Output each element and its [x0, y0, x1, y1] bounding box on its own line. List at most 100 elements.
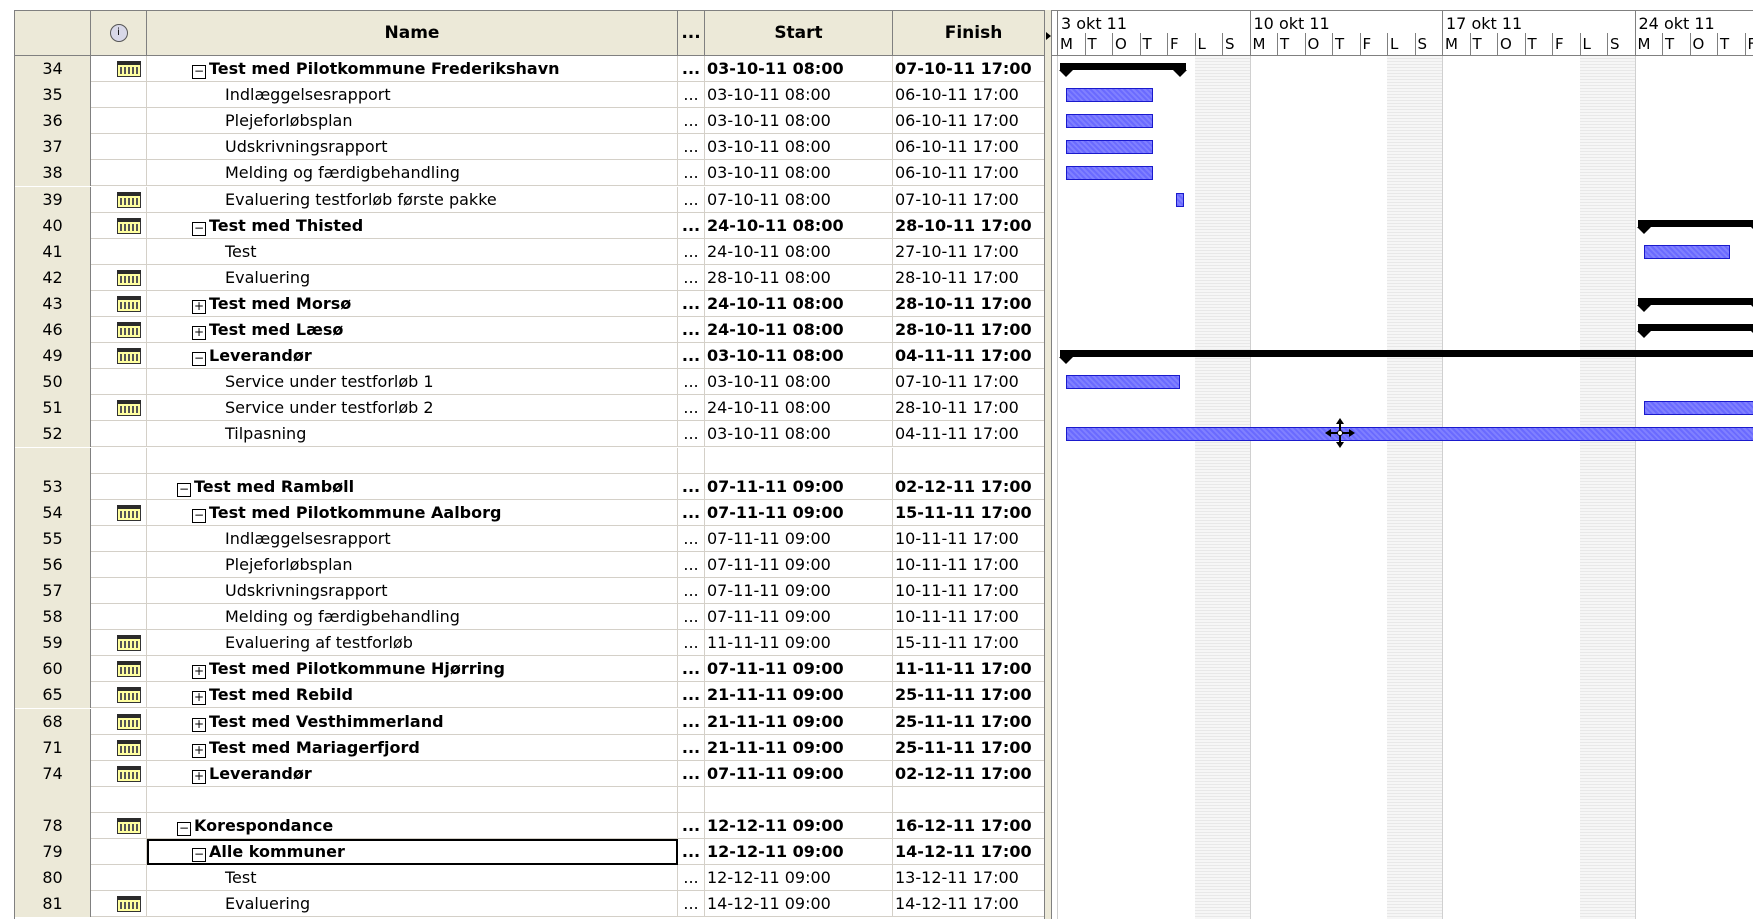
- duration-cell[interactable]: ...: [678, 525, 705, 552]
- row-id-cell[interactable]: 46: [15, 317, 91, 343]
- row-id-cell[interactable]: 78: [15, 812, 91, 839]
- start-cell[interactable]: 03-10-11 08:00: [705, 134, 893, 161]
- table-row[interactable]: 38 Melding og færdigbehandling... 03-10-11…: [15, 160, 1045, 187]
- finish-cell[interactable]: 06-10-11 17:00: [893, 134, 1045, 160]
- row-id-cell[interactable]: 37: [15, 134, 91, 161]
- finish-cell[interactable]: 02-12-11 17:00: [893, 761, 1045, 787]
- gantt-chart[interactable]: 3 okt 11 M T O T F L S 10 okt 11 M T O T F L S 17 okt 11…: [1052, 10, 1753, 919]
- start-cell[interactable]: 12-12-11 09:00: [705, 812, 893, 839]
- duration-cell[interactable]: ...: [678, 317, 705, 343]
- table-row[interactable]: 53 − Test med Rambøll... 07-11-11 09:00 02-1…: [15, 473, 1045, 500]
- row-id-cell[interactable]: 52: [15, 421, 91, 448]
- start-cell[interactable]: 07-11-11 09:00: [705, 578, 893, 604]
- task-bar[interactable]: [1066, 427, 1753, 442]
- duration-cell[interactable]: ...: [678, 395, 705, 422]
- duration-cell[interactable]: ...: [678, 708, 705, 735]
- table-row[interactable]: 68 + Test med Vesthimmerland... 21-11-11 09…: [15, 708, 1045, 735]
- finish-cell[interactable]: 10-11-11 17:00: [893, 578, 1045, 604]
- start-cell[interactable]: 07-11-11 09:00: [705, 525, 893, 552]
- row-id-cell[interactable]: [15, 447, 91, 474]
- duration-cell[interactable]: ...: [678, 369, 705, 396]
- collapse-icon[interactable]: −: [192, 221, 206, 236]
- table-row[interactable]: 65 + Test med Rebild... 21-11-11 09:00 25-11…: [15, 682, 1045, 709]
- start-cell[interactable]: 07-11-11 09:00: [705, 604, 893, 631]
- header-start[interactable]: Start: [705, 11, 893, 55]
- table-row[interactable]: 51 Service under testforløb 2... 24-10-11 …: [15, 395, 1045, 422]
- row-id-cell[interactable]: 68: [15, 708, 91, 735]
- duration-cell[interactable]: [678, 447, 705, 474]
- task-name-cell[interactable]: Evaluering testforløb første pakke: [147, 186, 678, 213]
- finish-cell[interactable]: 27-10-11 17:00: [893, 239, 1045, 265]
- collapse-icon[interactable]: −: [177, 482, 191, 497]
- task-name-cell[interactable]: + Test med Morsø: [147, 290, 678, 317]
- duration-cell[interactable]: ...: [678, 891, 705, 918]
- task-name-cell[interactable]: − Test med Rambøll: [147, 473, 678, 500]
- table-row[interactable]: 80 Test... 12-12-11 09:00 13-12-11 17:00: [15, 865, 1045, 892]
- row-id-cell[interactable]: 38: [15, 160, 91, 187]
- task-name-cell[interactable]: [147, 786, 678, 813]
- duration-cell[interactable]: ...: [678, 839, 705, 865]
- table-row[interactable]: 78 − Korespondance... 12-12-11 09:00 16-12-1…: [15, 812, 1045, 839]
- table-row[interactable]: 36 Plejeforløbsplan... 03-10-11 08:00 06-10…: [15, 108, 1045, 135]
- expand-icon[interactable]: +: [192, 691, 206, 706]
- start-cell[interactable]: 24-10-11 08:00: [705, 317, 893, 343]
- row-id-cell[interactable]: 39: [15, 186, 91, 213]
- table-row[interactable]: 79 − Alle kommuner... 12-12-11 09:00 14-12-1…: [15, 839, 1045, 865]
- duration-cell[interactable]: ...: [678, 812, 705, 839]
- row-id-cell[interactable]: 79: [15, 839, 91, 865]
- duration-cell[interactable]: ...: [678, 734, 705, 761]
- row-id-cell[interactable]: 43: [15, 290, 91, 317]
- collapse-icon[interactable]: −: [177, 821, 191, 836]
- start-cell[interactable]: 21-11-11 09:00: [705, 708, 893, 735]
- task-bar[interactable]: [1066, 88, 1153, 103]
- duration-cell[interactable]: ...: [678, 473, 705, 500]
- table-row[interactable]: 56 Plejeforløbsplan... 07-11-11 09:00 10-11…: [15, 551, 1045, 578]
- table-row[interactable]: 60 + Test med Pilotkommune Hjørring... 07-1…: [15, 656, 1045, 683]
- collapse-icon[interactable]: −: [192, 508, 206, 523]
- task-name-cell[interactable]: Service under testforløb 1: [147, 369, 678, 396]
- row-id-cell[interactable]: [15, 786, 91, 813]
- task-bar[interactable]: [1066, 140, 1153, 155]
- task-name-cell[interactable]: Melding og færdigbehandling: [147, 604, 678, 631]
- row-id-cell[interactable]: 34: [15, 56, 91, 82]
- duration-cell[interactable]: ...: [678, 499, 705, 526]
- start-cell[interactable]: 21-11-11 09:00: [705, 734, 893, 761]
- task-name-cell[interactable]: Melding og færdigbehandling: [147, 160, 678, 187]
- finish-cell[interactable]: 13-12-11 17:00: [893, 865, 1045, 891]
- row-id-cell[interactable]: 80: [15, 865, 91, 892]
- task-name-cell[interactable]: Test: [147, 238, 678, 265]
- start-cell[interactable]: 07-10-11 08:00: [705, 186, 893, 213]
- task-name-cell[interactable]: Evaluering: [147, 891, 678, 918]
- expand-icon[interactable]: +: [192, 665, 206, 680]
- task-bar[interactable]: [1176, 192, 1185, 207]
- table-row[interactable]: 50 Service under testforløb 1... 03-10-11 …: [15, 369, 1045, 396]
- finish-cell[interactable]: 28-10-11 17:00: [893, 395, 1045, 421]
- start-cell[interactable]: 24-10-11 08:00: [705, 290, 893, 317]
- start-cell[interactable]: 03-10-11 08:00: [705, 56, 893, 82]
- task-name-cell[interactable]: Tilpasning: [147, 421, 678, 448]
- task-bar[interactable]: [1643, 244, 1731, 259]
- task-name-cell[interactable]: Udskrivningsrapport: [147, 578, 678, 604]
- summary-bar[interactable]: [1636, 324, 1753, 338]
- start-cell[interactable]: 07-11-11 09:00: [705, 551, 893, 578]
- row-id-cell[interactable]: 81: [15, 891, 91, 918]
- header-dots[interactable]: ...: [678, 11, 705, 55]
- row-id-cell[interactable]: 65: [15, 682, 91, 709]
- task-bar[interactable]: [1643, 401, 1753, 416]
- finish-cell[interactable]: 02-12-11 17:00: [893, 474, 1045, 500]
- finish-cell[interactable]: [893, 448, 1045, 474]
- expand-icon[interactable]: +: [192, 717, 206, 732]
- task-name-cell[interactable]: Indlæggelsesrapport: [147, 525, 678, 552]
- start-cell[interactable]: 07-11-11 09:00: [705, 473, 893, 500]
- start-cell[interactable]: 03-10-11 08:00: [705, 160, 893, 187]
- start-cell[interactable]: 12-12-11 09:00: [705, 839, 893, 865]
- task-name-cell[interactable]: − Test med Pilotkommune Frederikshavn: [147, 56, 678, 82]
- finish-cell[interactable]: 28-10-11 17:00: [893, 213, 1045, 239]
- start-cell[interactable]: 03-10-11 08:00: [705, 343, 893, 370]
- duration-cell[interactable]: ...: [678, 82, 705, 109]
- header-id[interactable]: [15, 11, 91, 55]
- start-cell[interactable]: 24-10-11 08:00: [705, 395, 893, 422]
- duration-cell[interactable]: ...: [678, 238, 705, 265]
- row-id-cell[interactable]: 54: [15, 499, 91, 526]
- finish-cell[interactable]: 14-12-11 17:00: [893, 891, 1045, 917]
